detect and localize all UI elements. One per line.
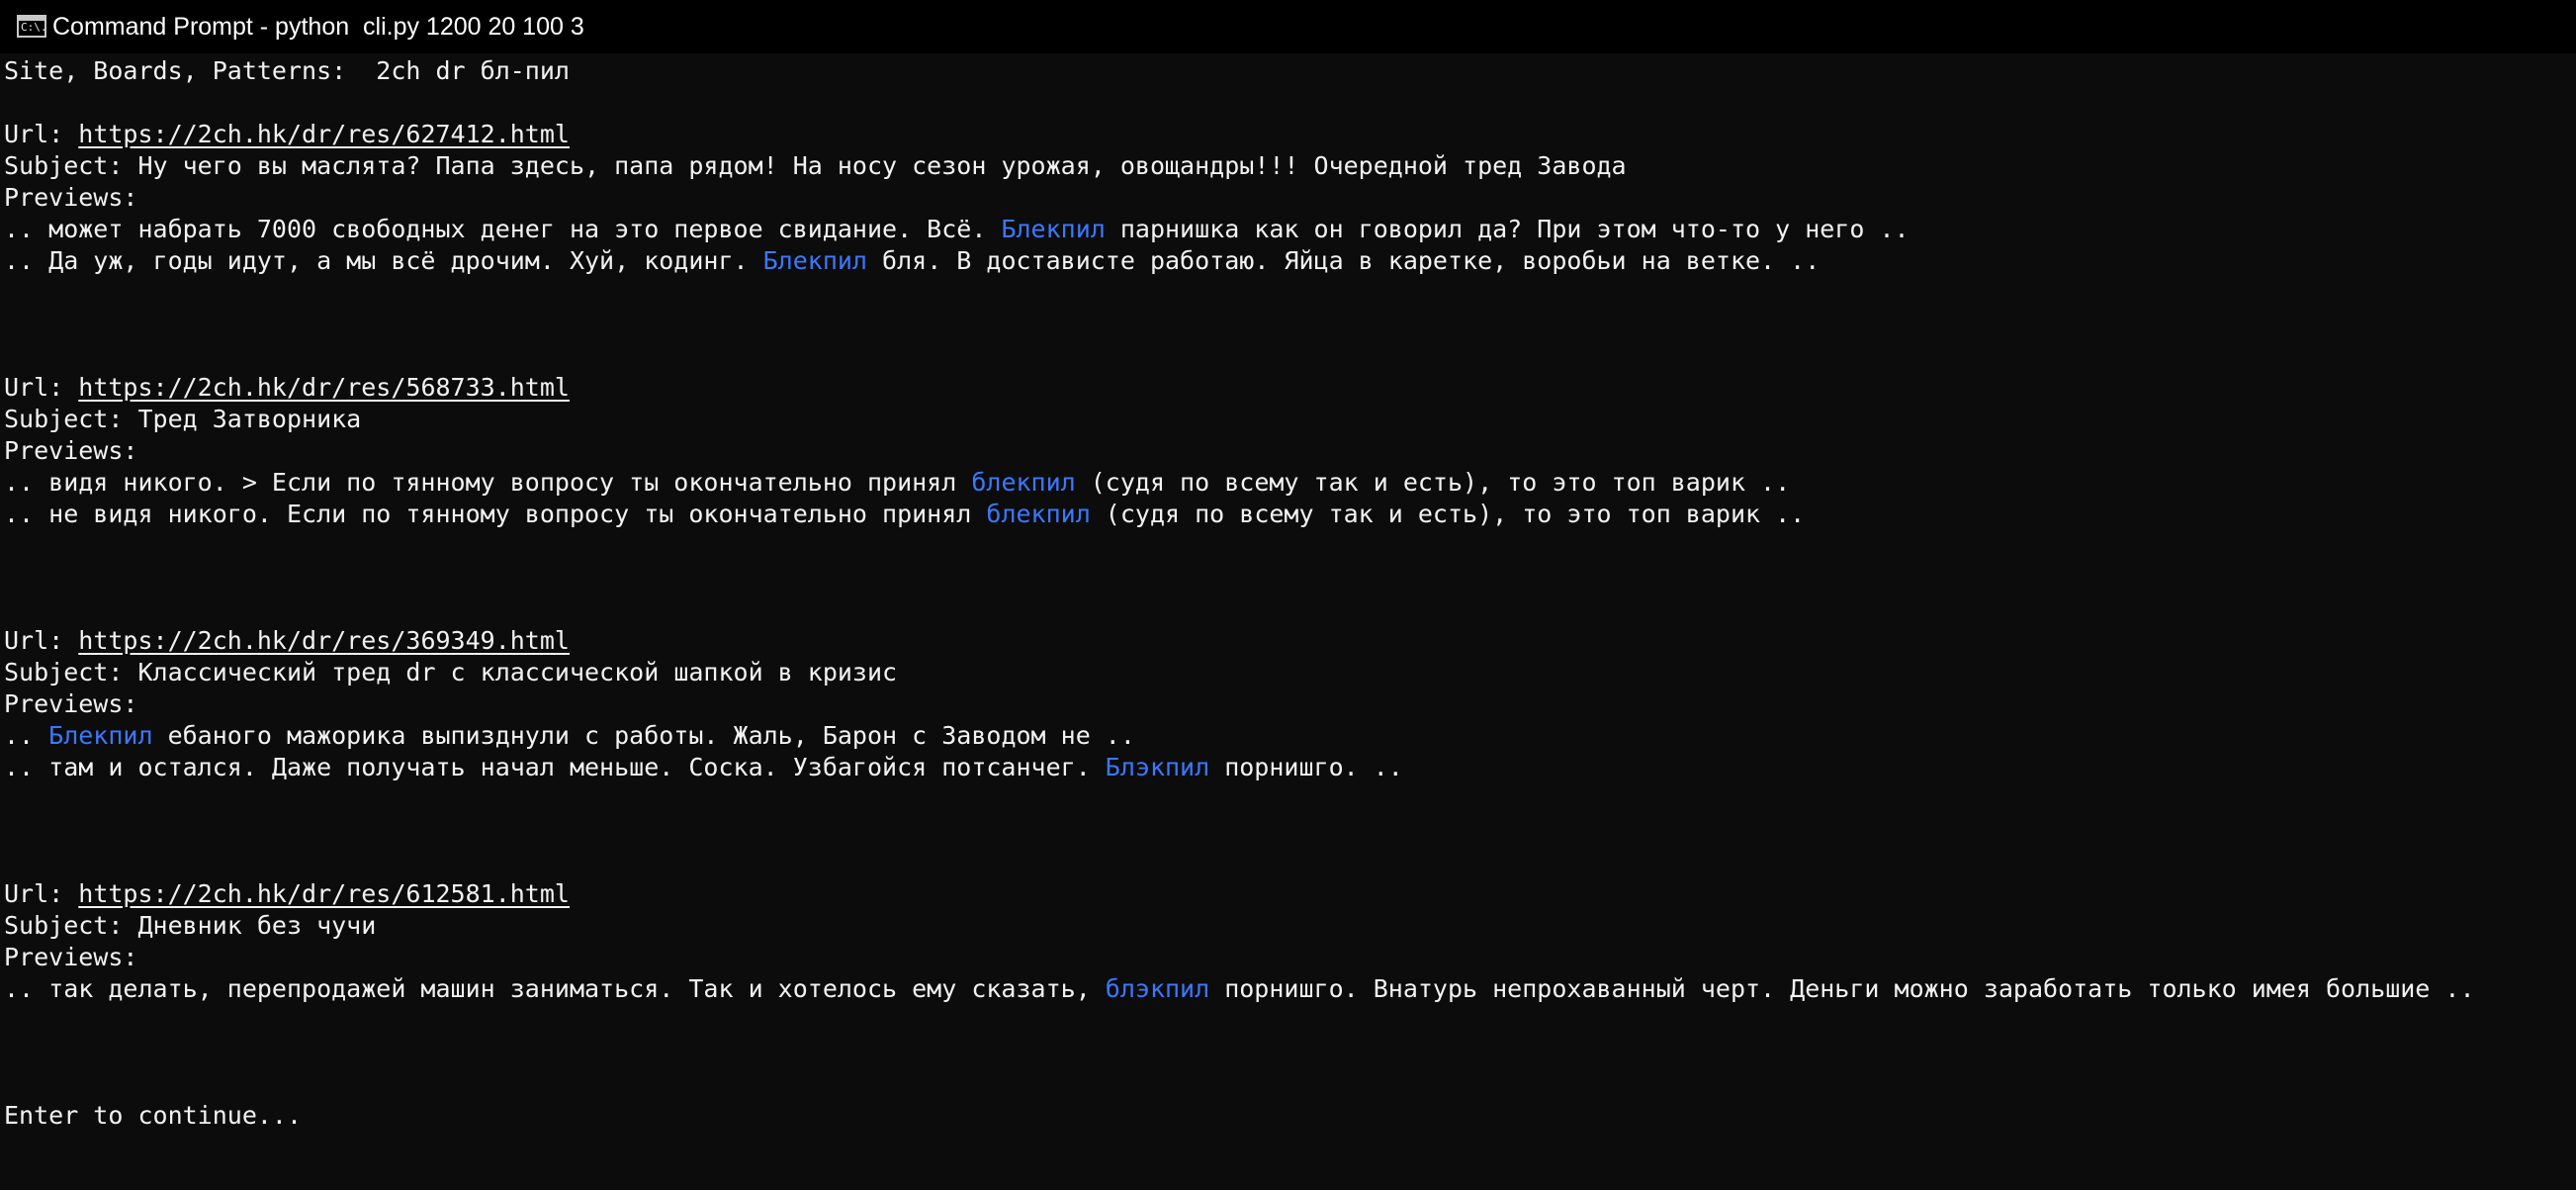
preview-text: .. не видя никого. Если по тянному вопро… — [4, 500, 987, 528]
url-label: Url: — [4, 120, 79, 148]
preview-line: .. может набрать 7000 свободных денег на… — [4, 214, 1910, 245]
pattern-match: Блэкпил — [1105, 753, 1210, 781]
subject-line: Subject: Классический тред dr с классиче… — [4, 657, 897, 688]
preview-text: порнишго. .. — [1209, 753, 1403, 781]
pattern-match: Блекпил — [1001, 215, 1106, 243]
thread-url-link[interactable]: https://2ch.hk/dr/res/612581.html — [78, 879, 570, 908]
command-prompt-window: C:\. Command Prompt - python cli.py 1200… — [0, 0, 2576, 1190]
preview-line: .. не видя никого. Если по тянному вопро… — [4, 499, 1805, 530]
thread-subject: Тред Затворника — [137, 405, 362, 433]
subject-line: Subject: Дневник без чучи — [4, 910, 376, 942]
console-output[interactable]: Site, Boards, Patterns: 2ch dr бл-пил Ur… — [4, 53, 2572, 1190]
url-line: Url: https://2ch.hk/dr/res/568733.html — [4, 372, 570, 404]
pattern-match: Блекпил — [48, 721, 153, 750]
preview-line: .. Да уж, годы идут, а мы всё дрочим. Ху… — [4, 245, 1820, 277]
thread-url-link[interactable]: https://2ch.hk/dr/res/369349.html — [78, 626, 570, 655]
preview-text: бля. В доставистe работаю. Яйца в каретк… — [866, 246, 1821, 275]
thread-url-link[interactable]: https://2ch.hk/dr/res/568733.html — [78, 373, 570, 402]
url-line: Url: https://2ch.hk/dr/res/627412.html — [4, 119, 570, 150]
pattern-match: блэкпил — [1105, 974, 1210, 1003]
preview-line: .. там и остался. Даже получать начал ме… — [4, 752, 1403, 783]
preview-text: .. видя никого. > Если по тянному вопрос… — [4, 468, 972, 497]
preview-line: .. так делать, перепродажей машин занима… — [4, 973, 2475, 1005]
url-label: Url: — [4, 373, 79, 402]
preview-text: .. — [4, 721, 49, 750]
url-line: Url: https://2ch.hk/dr/res/612581.html — [4, 878, 570, 910]
preview-text: (судя по всему так и есть), то это топ в… — [1075, 468, 1791, 497]
pattern-match: Блекпил — [762, 246, 867, 275]
subject-label: Subject: — [4, 658, 138, 687]
subject-label: Subject: — [4, 911, 138, 940]
icon-glyph: C:\. — [21, 21, 47, 34]
subject-line: Subject: Ну чего вы маслята? Папа здесь,… — [4, 150, 1627, 182]
title-bar[interactable]: C:\. Command Prompt - python cli.py 1200… — [0, 0, 2576, 53]
preview-text: .. так делать, перепродажей машин занима… — [4, 974, 1106, 1003]
preview-text: ебаного мажорика выпизднули с работы. Жа… — [152, 721, 1135, 750]
thread-subject: Ну чего вы маслята? Папа здесь, папа ряд… — [137, 151, 1627, 180]
continue-prompt[interactable]: Enter to continue... — [4, 1100, 302, 1132]
pattern-match: блекпил — [986, 500, 1091, 528]
subject-line: Subject: Тред Затворника — [4, 404, 361, 435]
subject-label: Subject: — [4, 405, 138, 433]
header-line: Site, Boards, Patterns: 2ch dr бл-пил — [4, 56, 570, 85]
previews-label: Previews: — [4, 436, 138, 465]
preview-text: (судя по всему так и есть), то это топ в… — [1090, 500, 1806, 528]
preview-line: .. видя никого. > Если по тянному вопрос… — [4, 467, 1790, 499]
url-label: Url: — [4, 879, 79, 908]
url-line: Url: https://2ch.hk/dr/res/369349.html — [4, 625, 570, 657]
url-label: Url: — [4, 626, 79, 655]
preview-text: .. Да уж, годы идут, а мы всё дрочим. Ху… — [4, 246, 763, 275]
thread-subject: Классический тред dr с классической шапк… — [137, 658, 898, 687]
previews-label: Previews: — [4, 183, 138, 212]
preview-text: .. там и остался. Даже получать начал ме… — [4, 753, 1106, 781]
preview-text: парнишка как он говорил да? При этом что… — [1105, 215, 1910, 243]
pattern-match: блекпил — [971, 468, 1076, 497]
thread-url-link[interactable]: https://2ch.hk/dr/res/627412.html — [78, 120, 570, 148]
subject-label: Subject: — [4, 151, 138, 180]
preview-text: порнишго. Внатурь непрохаванный черт. Де… — [1209, 974, 2475, 1003]
preview-line: .. Блекпил ебаного мажорика выпизднули с… — [4, 720, 1135, 752]
previews-label: Previews: — [4, 689, 138, 718]
cmd-console-icon[interactable]: C:\. — [17, 15, 47, 38]
window-title: Command Prompt - python cli.py 1200 20 1… — [52, 13, 584, 41]
preview-text: .. может набрать 7000 свободных денег на… — [4, 215, 1002, 243]
thread-subject: Дневник без чучи — [137, 911, 377, 940]
previews-label: Previews: — [4, 943, 138, 971]
